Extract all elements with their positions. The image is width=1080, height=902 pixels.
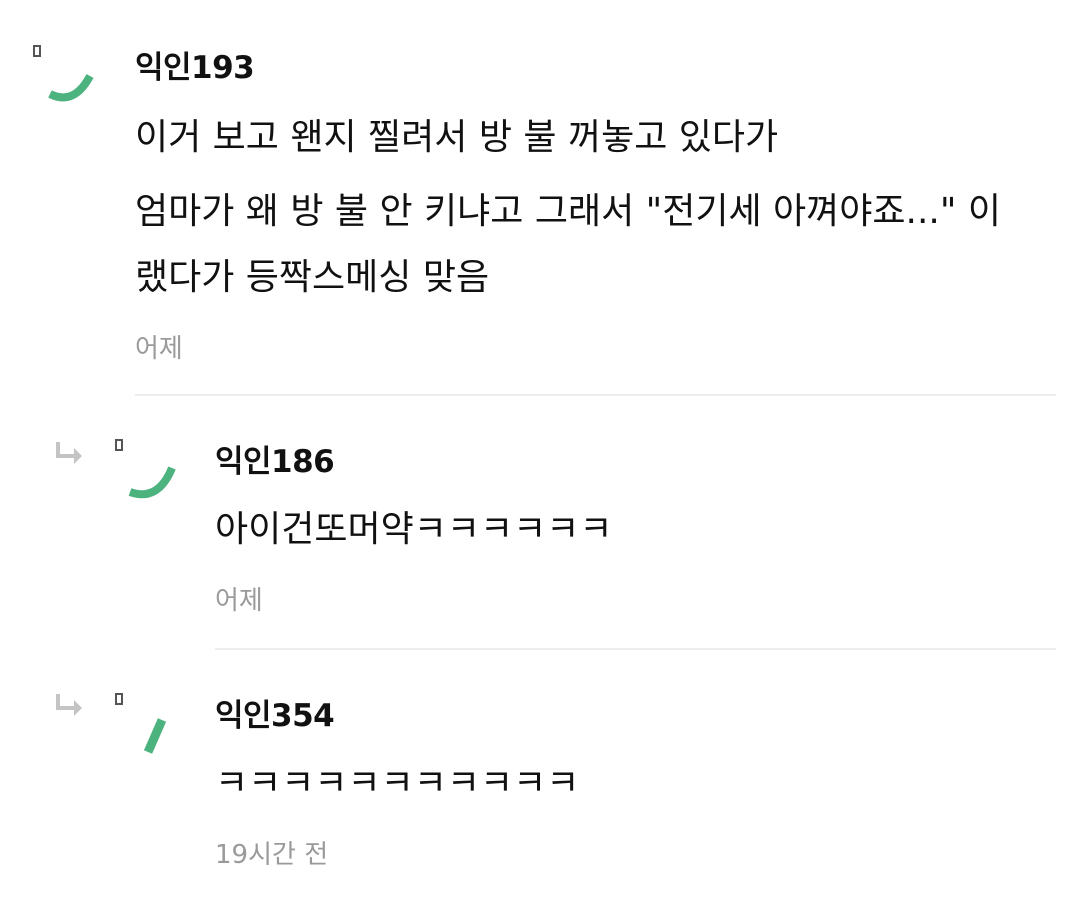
avatar[interactable] [30,42,100,112]
comment-timestamp: 19시간 전 [215,840,329,870]
comment-timestamp: 어제 [135,334,183,364]
reply-arrow-icon [56,440,86,466]
reply-arrow-icon [56,692,86,718]
comment-text-line: 아이건또머약ㅋㅋㅋㅋㅋㅋ [215,509,613,550]
comment: 익인193 이거 보고 왠지 찔려서 방 불 꺼놓고 있다가 엄마가 왜 방 불… [0,0,1080,396]
avatar[interactable] [112,436,182,506]
comment-text-line: 이거 보고 왠지 찔려서 방 불 꺼놓고 있다가 [135,117,779,158]
avatar-placeholder-icon [115,693,167,754]
comment-text-line: ㅋㅋㅋㅋㅋㅋㅋㅋㅋㅋㅋ [215,763,580,804]
comment-text-line: 랬다가 등짝스메싱 맞음 [135,257,490,298]
comment-author[interactable]: 익인354 [215,690,335,735]
reply-comment: 익인186 아이건또머약ㅋㅋㅋㅋㅋㅋ 어제 [0,396,1080,650]
avatar[interactable] [112,690,182,760]
comment-text-line: 엄마가 왜 방 불 안 키냐고 그래서 "전기세 아껴야죠..." 이 [135,191,1001,232]
avatar-placeholder-icon [115,439,176,499]
comment-author[interactable]: 익인193 [135,42,255,87]
reply-comment: 익인354 ㅋㅋㅋㅋㅋㅋㅋㅋㅋㅋㅋ 19시간 전 [0,650,1080,902]
comment-timestamp: 어제 [215,586,263,616]
avatar-placeholder-icon [33,45,94,102]
comment-author[interactable]: 익인186 [215,436,335,481]
